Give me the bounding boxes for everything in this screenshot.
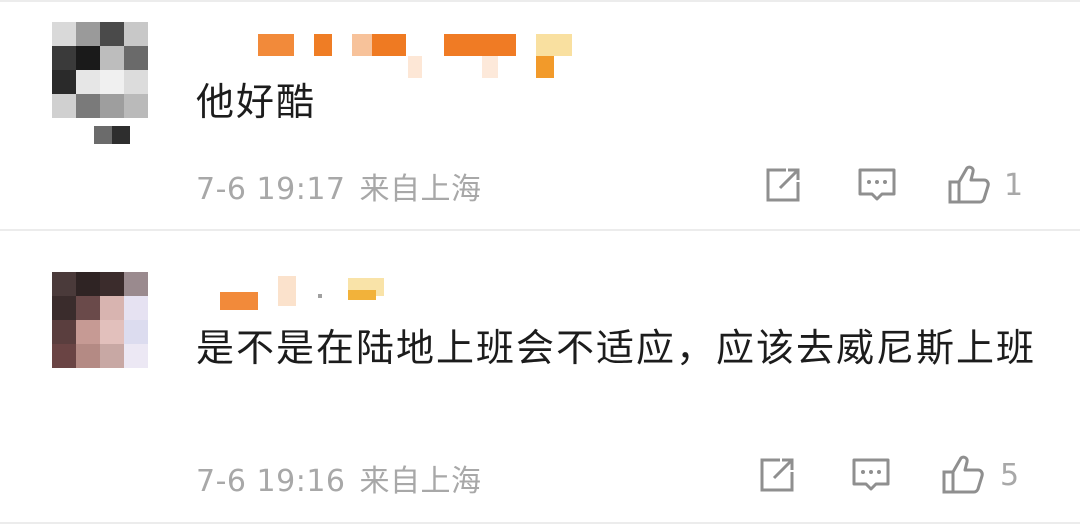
like-count: 1 xyxy=(1004,168,1024,203)
like-count: 5 xyxy=(1000,458,1020,493)
comment-icon[interactable] xyxy=(854,162,900,208)
avatar[interactable] xyxy=(52,272,150,370)
comment-time: 7-6 19:16 xyxy=(196,464,346,499)
comment-location: 来自上海 xyxy=(359,172,482,207)
comment-actions: 1 xyxy=(760,162,1080,212)
comment-meta: 7-6 19:17 来自上海 xyxy=(196,164,482,208)
share-icon[interactable] xyxy=(760,162,806,208)
comment-actions: 5 xyxy=(754,452,1080,502)
like-icon[interactable] xyxy=(940,452,986,498)
comment-item: 他好酷 7-6 19:17 来自上海 1 xyxy=(0,0,1080,230)
like-icon[interactable] xyxy=(946,162,992,208)
comment-icon[interactable] xyxy=(848,452,894,498)
username-blurred[interactable] xyxy=(220,276,390,310)
username-blurred[interactable] xyxy=(258,34,578,78)
comment-text: 是不是在陆地上班会不适应，应该去威尼斯上班 xyxy=(196,326,1037,370)
comment-text: 他好酷 xyxy=(196,80,317,124)
share-icon[interactable] xyxy=(754,452,800,498)
comment-time: 7-6 19:17 xyxy=(196,172,346,207)
comment-location: 来自上海 xyxy=(359,464,482,499)
avatar[interactable] xyxy=(52,22,150,144)
comment-item: 是不是在陆地上班会不适应，应该去威尼斯上班 7-6 19:16 来自上海 5 xyxy=(0,230,1080,524)
comment-meta: 7-6 19:16 来自上海 xyxy=(196,456,482,500)
